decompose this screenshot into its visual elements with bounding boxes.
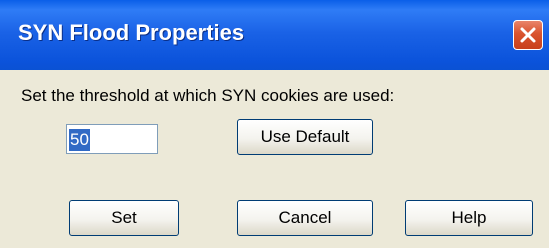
set-button[interactable]: Set: [69, 200, 179, 236]
cancel-button[interactable]: Cancel: [237, 200, 373, 236]
threshold-input[interactable]: 50: [66, 124, 158, 154]
threshold-prompt: Set the threshold at which SYN cookies a…: [21, 86, 395, 105]
close-icon: [520, 27, 536, 43]
use-default-button[interactable]: Use Default: [237, 119, 373, 155]
window-title: SYN Flood Properties: [18, 20, 245, 45]
close-button[interactable]: [513, 20, 543, 50]
help-button[interactable]: Help: [405, 200, 533, 236]
threshold-value: 50: [69, 129, 90, 151]
syn-flood-dialog: SYN Flood Properties Set the threshold a…: [0, 0, 549, 248]
